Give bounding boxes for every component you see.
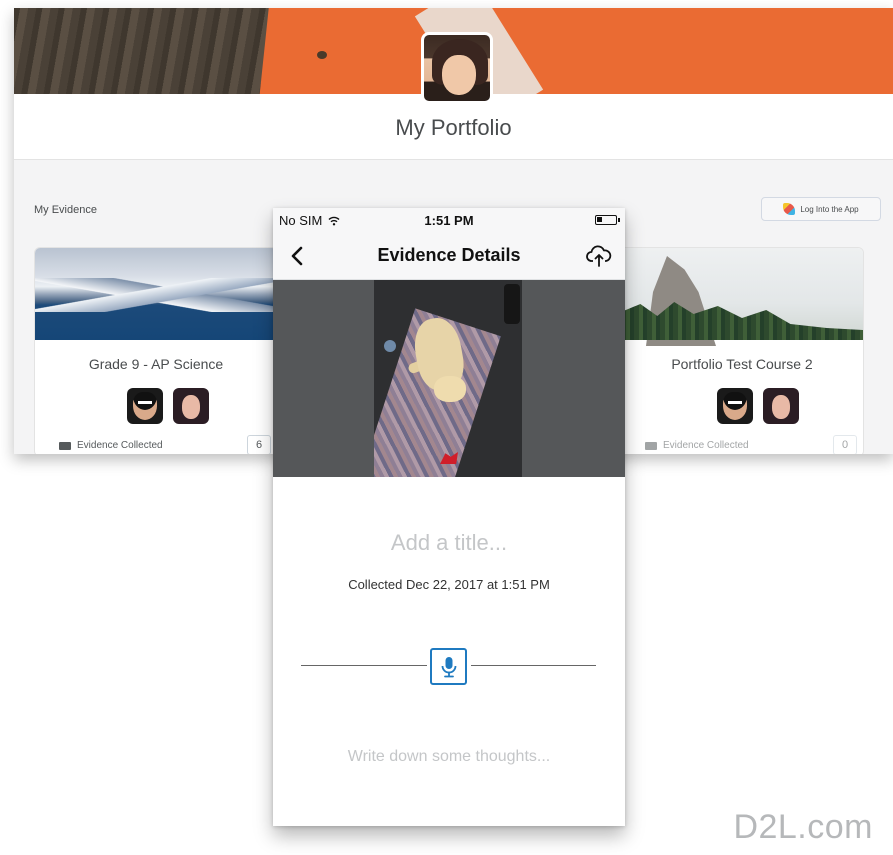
briefcase-icon [59, 441, 71, 450]
battery-icon [595, 215, 620, 225]
thoughts-input[interactable]: Write down some thoughts... [273, 748, 625, 766]
evidence-collected-label: Evidence Collected [663, 440, 749, 451]
briefcase-icon [645, 441, 657, 450]
collected-date: Collected Dec 22, 2017 at 1:51 PM [348, 577, 550, 592]
page-title: My Portfolio [395, 115, 512, 140]
microphone-icon [441, 656, 456, 677]
status-bar: No SIM 1:51 PM [273, 208, 625, 232]
member-avatar [173, 388, 209, 424]
section-label: My Evidence [34, 204, 97, 216]
title-input[interactable]: Add a title... [273, 530, 625, 556]
profile-avatar[interactable] [421, 32, 493, 104]
member-avatar [763, 388, 799, 424]
member-avatar [127, 388, 163, 424]
status-time: 1:51 PM [424, 213, 474, 228]
screen-title: Evidence Details [377, 245, 521, 265]
evidence-count-badge: 6 [247, 435, 271, 454]
member-avatar [717, 388, 753, 424]
app-logo-icon [783, 203, 796, 215]
log-into-app-button[interactable]: Log Into the App [761, 197, 881, 221]
evidence-collected-label: Evidence Collected [77, 440, 163, 451]
screen: My Portfolio My Evidence Log Into the Ap… [0, 0, 893, 855]
divider [301, 665, 427, 666]
evidence-collected-row: Evidence Collected [645, 440, 749, 451]
course-name: Portfolio Test Course 2 [671, 356, 813, 372]
log-into-app-label: Log Into the App [800, 204, 859, 214]
divider [471, 665, 596, 666]
record-audio-button[interactable] [430, 648, 467, 685]
course-card[interactable]: Portfolio Test Course 2 Evidence Collect… [620, 247, 864, 454]
watermark: D2L.com [733, 808, 873, 846]
cloud-upload-icon[interactable] [585, 242, 613, 270]
phone-screen: No SIM 1:51 PM Evidence Details Add a ti… [273, 208, 625, 826]
course-image [35, 248, 277, 340]
course-image [621, 248, 863, 346]
evidence-collected-row: Evidence Collected [59, 440, 163, 451]
course-name: Grade 9 - AP Science [88, 356, 224, 372]
evidence-photo[interactable] [374, 280, 522, 477]
course-card[interactable]: Grade 9 - AP Science Evidence Collected … [34, 247, 278, 454]
evidence-count-badge: 0 [833, 435, 857, 454]
evidence-photo-area [273, 280, 625, 477]
nav-bar: Evidence Details [273, 232, 625, 280]
